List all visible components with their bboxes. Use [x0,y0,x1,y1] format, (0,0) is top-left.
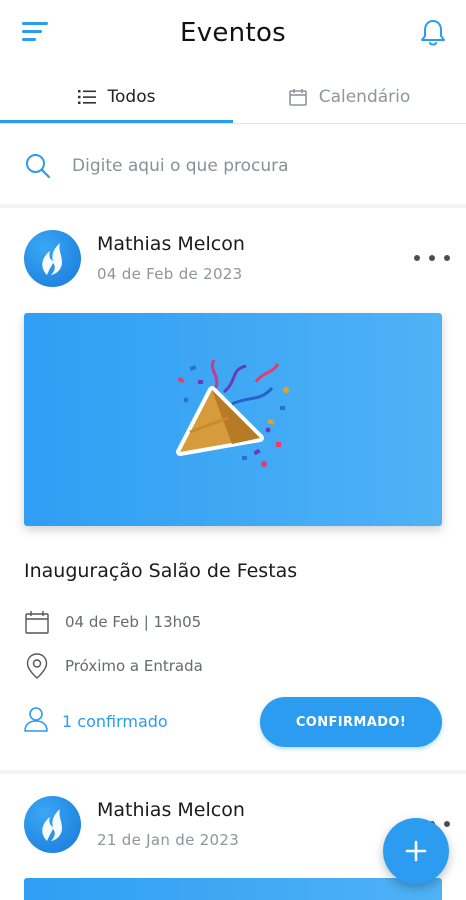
tab-todos[interactable]: Todos [0,70,233,124]
event-posted-date: 21 de Jan de 2023 [97,831,240,849]
tab-todos-label: Todos [107,87,156,107]
confirmed-count: 1 confirmado [62,711,168,731]
party-popper-icon [176,359,289,467]
event-author: Mathias Melcon [97,233,245,255]
event-author: Mathias Melcon [97,799,245,821]
event-location: Próximo a Entrada [65,657,203,675]
tab-bar: Todos Calendário [0,70,466,124]
add-event-button[interactable] [383,818,449,884]
app-header: Eventos [0,0,466,70]
search-icon [24,151,54,181]
tab-calendario[interactable]: Calendário [233,70,466,124]
search-input[interactable]: Digite aqui o que procura [24,140,444,192]
confirm-attendance-button[interactable]: CONFIRMADO! [260,697,442,747]
user-icon [24,706,48,736]
confirmed-attendees[interactable]: 1 confirmado [24,706,168,736]
flame-logo-icon [41,808,62,841]
more-options-icon[interactable] [414,248,450,268]
event-schedule-row: 04 de Feb | 13h05 [24,608,201,636]
event-schedule: 04 de Feb | 13h05 [65,613,202,631]
event-posted-date: 04 de Feb de 2023 [97,265,243,283]
calendar-icon [288,88,307,106]
event-image[interactable] [24,313,442,526]
flame-logo-icon [41,242,62,275]
list-icon [77,89,96,105]
plus-icon [405,840,427,862]
search-placeholder: Digite aqui o que procura [72,156,289,176]
bell-icon[interactable] [418,18,448,48]
event-title: Inauguração Salão de Festas [24,560,298,582]
avatar[interactable] [24,796,81,853]
section-divider [0,204,466,208]
card-divider [0,770,466,774]
active-tab-indicator [0,120,233,123]
location-pin-icon [24,653,50,679]
calendar-icon [24,610,50,634]
page-title: Eventos [179,18,287,48]
tab-calendario-label: Calendário [318,87,411,107]
event-image[interactable] [24,878,442,900]
avatar[interactable] [24,230,81,287]
event-location-row: Próximo a Entrada [24,652,203,680]
